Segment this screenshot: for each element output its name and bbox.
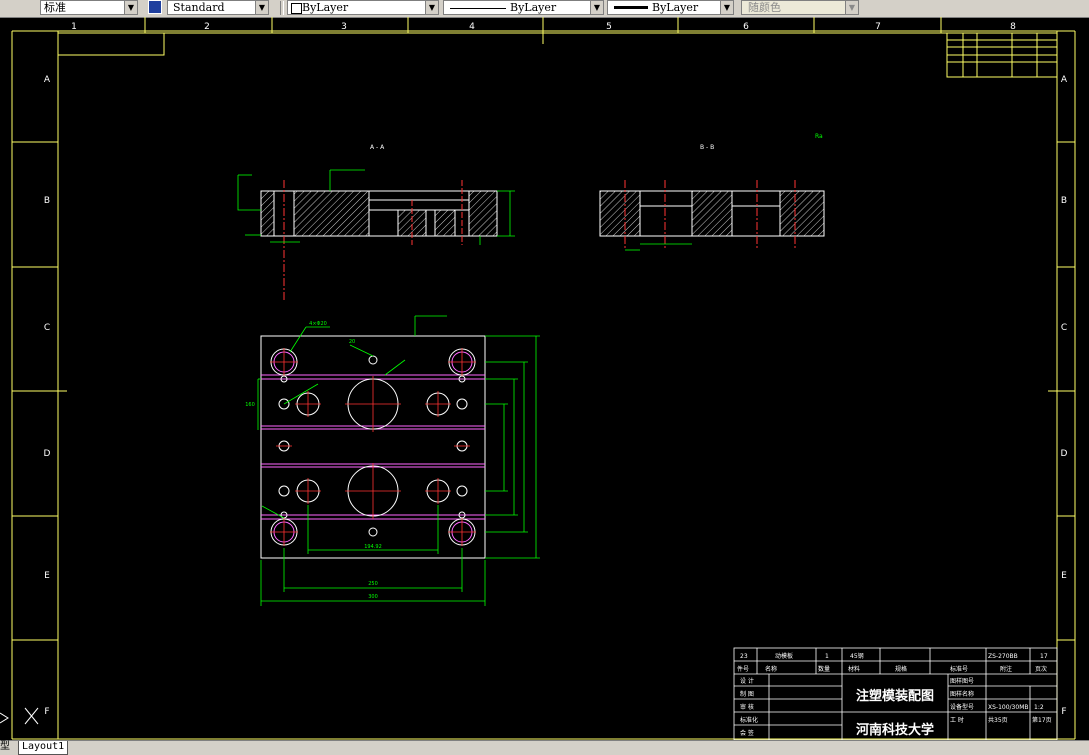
- dimension-label: 160: [245, 402, 255, 408]
- color-swatch: [291, 3, 302, 14]
- row-label: D: [44, 449, 51, 459]
- dim-style-value: Standard: [173, 1, 225, 14]
- color-value: ByLayer: [302, 1, 349, 14]
- header-cell: 标准号: [950, 665, 968, 673]
- right-label: 工 时: [950, 716, 964, 724]
- right-value: 共35页: [988, 716, 1008, 724]
- header-cell: 名称: [765, 665, 777, 673]
- linetype-select[interactable]: ByLayer ▼: [443, 0, 604, 15]
- header-cell: 材料: [848, 665, 860, 673]
- dimension-label: 20: [349, 339, 355, 345]
- right-label: 图样名称: [950, 690, 974, 698]
- col-label: 6: [743, 22, 749, 32]
- color-select[interactable]: ByLayer ▼: [287, 0, 439, 15]
- plot-style-value: 随颜色: [748, 1, 781, 14]
- lineweight-select[interactable]: ByLayer ▼: [607, 0, 734, 15]
- section-a-view: A - A: [237, 144, 515, 300]
- left-label: 会 签: [740, 729, 754, 737]
- left-label: 标准化: [740, 716, 758, 724]
- row-label: B: [1061, 196, 1067, 206]
- layout-tab-bar: 型 Layout1: [0, 740, 1089, 755]
- school-name: 河南科技大学: [856, 722, 934, 738]
- chevron-down-icon[interactable]: ▼: [255, 1, 268, 14]
- dimension-label: 250: [368, 581, 378, 587]
- row-label: C: [44, 323, 50, 333]
- col-label: 4: [469, 22, 475, 32]
- drawing-canvas[interactable]: 1 2 3 4 5 6 7 8 A B C D E F A B C D E F …: [0, 17, 1089, 740]
- right-label: 设备型号: [950, 703, 974, 711]
- col-label: 8: [1010, 22, 1016, 32]
- lineweight-value: ByLayer: [652, 1, 699, 14]
- header-cell: 页次: [1035, 665, 1047, 673]
- drawing-frame: [11, 17, 1076, 740]
- dimension-label: 194.92: [364, 544, 382, 550]
- title-cell: 动模板: [775, 652, 793, 660]
- title-cell: 17: [1040, 653, 1048, 660]
- chevron-down-icon[interactable]: ▼: [720, 1, 733, 14]
- left-label: 制 图: [740, 690, 754, 698]
- linetype-value: ByLayer: [510, 1, 557, 14]
- header-cell: 规格: [895, 665, 907, 673]
- header-cell: 数量: [818, 665, 830, 673]
- toolbar-separator: [280, 1, 284, 15]
- header-cell: 件号: [737, 665, 749, 673]
- col-label: 7: [875, 22, 881, 32]
- col-label: 1: [71, 22, 77, 32]
- chevron-down-icon[interactable]: ▼: [124, 1, 137, 14]
- cad-drawing: 1 2 3 4 5 6 7 8 A B C D E F A B C D E F …: [0, 17, 1076, 740]
- text-style-value: 标准: [44, 1, 66, 14]
- drawing-title: 注塑模装配图: [856, 688, 934, 704]
- header-cell: 附注: [1000, 665, 1012, 673]
- dimension-label: 4×Φ20: [309, 321, 327, 327]
- title-cell: 23: [740, 653, 748, 660]
- col-label: 5: [606, 22, 612, 32]
- section-b-view: B - B Ra: [599, 133, 825, 251]
- lineweight-sample: [614, 6, 648, 9]
- dimension-style-icon[interactable]: [148, 0, 162, 14]
- plot-style-select: 随颜色 ▼: [741, 0, 859, 15]
- row-label: F: [44, 707, 49, 717]
- row-label: F: [1061, 707, 1066, 717]
- chevron-down-icon: ▼: [845, 1, 858, 14]
- right-label: 图样图号: [950, 677, 974, 685]
- title-cell: 1: [825, 653, 829, 660]
- chevron-down-icon[interactable]: ▼: [590, 1, 603, 14]
- roughness-label: Ra: [815, 133, 823, 140]
- col-label: 3: [341, 22, 347, 32]
- sheet-value: 第17页: [1032, 716, 1052, 724]
- scale-value: 1:2: [1034, 704, 1044, 711]
- row-label: E: [44, 571, 50, 581]
- dimension-label: 300: [368, 594, 378, 600]
- left-label: 审 核: [740, 703, 754, 711]
- title-cell: ZS-270BB: [988, 653, 1018, 660]
- row-label: A: [1061, 75, 1068, 85]
- row-label: A: [44, 75, 51, 85]
- row-label: E: [1061, 571, 1067, 581]
- plan-view: 300 250 194.92 20 4×Φ20 160: [245, 315, 540, 606]
- col-label: 2: [204, 22, 210, 32]
- left-label: 设 计: [740, 677, 754, 685]
- text-style-select[interactable]: 标准 ▼: [40, 0, 138, 15]
- text-style-icon[interactable]: [0, 0, 14, 14]
- title-cell: 45钢: [850, 652, 864, 660]
- properties-toolbar: 标准 ▼ Standard ▼ ByLayer ▼ ByLayer ▼ ByLa…: [0, 0, 1089, 18]
- section-b-label: B - B: [700, 144, 714, 151]
- row-label: B: [44, 196, 50, 206]
- right-value: XS-100/30MB: [988, 704, 1029, 711]
- tab-model[interactable]: 型: [0, 741, 10, 753]
- ucs-icon: [0, 707, 39, 725]
- title-block: 23 动模板 1 45钢 ZS-270BB 17 件号 名称 数量 材料 规格 …: [733, 647, 1058, 740]
- chevron-down-icon[interactable]: ▼: [425, 1, 438, 14]
- row-label: D: [1061, 449, 1068, 459]
- section-a-label: A - A: [370, 144, 385, 151]
- linetype-sample: [450, 8, 506, 9]
- row-label: C: [1061, 323, 1067, 333]
- tab-layout1[interactable]: Layout1: [18, 741, 69, 755]
- dim-style-select[interactable]: Standard ▼: [167, 0, 269, 15]
